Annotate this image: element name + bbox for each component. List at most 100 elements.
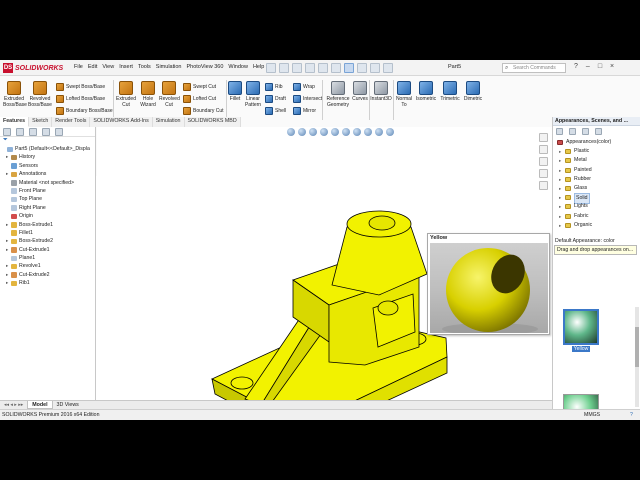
expand-arrow-icon[interactable]: ▸ [559, 184, 561, 193]
menu-photoview[interactable]: PhotoView 360 [186, 64, 223, 70]
extruded-boss-button[interactable]: Extruded Boss/Base [3, 81, 27, 108]
feature-tree-item[interactable]: ▸ Boss-Extrude2 [0, 237, 95, 245]
feature-tree-item[interactable]: ▸ Cut-Extrude2 [0, 271, 95, 279]
menu-insert[interactable]: Insert [119, 64, 133, 70]
hole-wizard-button[interactable]: Hole Wizard [139, 81, 157, 108]
save-icon[interactable] [305, 63, 315, 73]
appearance-category[interactable]: ▸ Lights [553, 202, 640, 211]
isometric-button[interactable]: Isometric [415, 81, 437, 102]
help-icon[interactable]: ? [574, 63, 578, 70]
tab-mbd[interactable]: SOLIDWORKS MBD [184, 117, 241, 127]
expand-arrow-icon[interactable]: ▸ [559, 221, 561, 230]
normal-to-button[interactable]: Normal To [395, 81, 413, 108]
menu-window[interactable]: Window [228, 64, 248, 70]
tab-model[interactable]: Model [27, 401, 53, 409]
lofted-boss-button[interactable]: Lofted Boss/Base [56, 95, 105, 103]
menu-help[interactable]: Help [253, 64, 264, 70]
rebuild-icon[interactable] [357, 63, 367, 73]
expand-arrow-icon[interactable]: ▸ [559, 193, 561, 202]
revolved-boss-button[interactable]: Revolved Boss/Base [28, 81, 52, 108]
expand-arrow-icon[interactable]: ▸ [6, 221, 8, 229]
feature-tree-item[interactable]: ▸ Rib1 [0, 279, 95, 287]
tab-simulation[interactable]: Simulation [152, 117, 185, 127]
appearance-category[interactable]: ▸ Glass [553, 184, 640, 193]
expand-arrow-icon[interactable]: ▸ [6, 237, 8, 245]
lofted-cut-button[interactable]: Lofted Cut [183, 95, 216, 103]
tab-render-tools[interactable]: Render Tools [52, 117, 91, 127]
draft-button[interactable]: Draft [265, 95, 286, 103]
expand-arrow-icon[interactable]: ▸ [559, 212, 561, 221]
appearance-category[interactable]: ▸ Organic [553, 221, 640, 230]
expand-arrow-icon[interactable]: ▸ [6, 262, 8, 270]
instant3d-button[interactable]: Instant3D [370, 81, 392, 102]
appearances-root[interactable]: Appearances(color) [553, 138, 640, 147]
dimetric-button[interactable]: Dimetric [463, 81, 483, 102]
back-icon[interactable] [556, 128, 563, 135]
expand-arrow-icon[interactable]: ▸ [6, 271, 8, 279]
shell-button[interactable]: Shell [265, 107, 286, 115]
feature-tree-item[interactable]: Top Plane [0, 195, 95, 203]
rib-button[interactable]: Rib [265, 83, 283, 91]
appearance-category[interactable]: ▸ Rubber [553, 175, 640, 184]
solidworks-logo[interactable]: DS SOLIDWORKS [3, 62, 63, 74]
linear-pattern-button[interactable]: Linear Pattern [244, 81, 262, 108]
tab-features[interactable]: Features [0, 117, 30, 127]
menu-tools[interactable]: Tools [138, 64, 151, 70]
expand-arrow-icon[interactable]: ▸ [6, 153, 8, 161]
help-icon[interactable]: ? [630, 410, 633, 420]
add-folder-icon[interactable] [582, 128, 589, 135]
appearance-category[interactable]: ▸ Fabric [553, 212, 640, 221]
dim-xpert-icon[interactable] [42, 128, 50, 136]
feature-tree-item[interactable]: ▸ History [0, 153, 95, 161]
feature-tree-item[interactable]: ▸ Revolve1 [0, 262, 95, 270]
appearance-category[interactable]: ▸ Solid [553, 193, 640, 205]
feature-tree-item[interactable]: ▸ Boss-Extrude1 [0, 221, 95, 229]
close-icon[interactable]: × [610, 63, 614, 70]
menu-file[interactable]: File [74, 64, 83, 70]
menu-edit[interactable]: Edit [88, 64, 97, 70]
feature-tree-item[interactable]: Part5 (Default<<Default>_Displa [0, 145, 95, 153]
swept-boss-button[interactable]: Swept Boss/Base [56, 83, 105, 91]
search-commands-input[interactable]: ⌕ Search Commands [502, 63, 566, 73]
tab-scroll-arrows[interactable]: ◂◂ ◂ ▸ ▸▸ [0, 402, 27, 408]
menu-view[interactable]: View [102, 64, 114, 70]
maximize-icon[interactable]: □ [598, 63, 602, 70]
appearance-category[interactable]: ▸ Metal [553, 156, 640, 165]
expand-arrow-icon[interactable]: ▸ [559, 202, 561, 211]
revolved-cut-button[interactable]: Revolved Cut [159, 81, 180, 108]
tab-3d-views[interactable]: 3D Views [53, 401, 83, 409]
feature-tree-icon[interactable] [3, 128, 11, 136]
home-icon[interactable] [266, 63, 276, 73]
trimetric-button[interactable]: Trimetric [439, 81, 461, 102]
feature-tree-item[interactable]: ▸ Annotations [0, 170, 95, 178]
expand-arrow-icon[interactable]: ▸ [6, 246, 8, 254]
select-arrow-icon[interactable] [344, 63, 354, 73]
intersect-button[interactable]: Intersect [293, 95, 322, 103]
feature-tree-item[interactable]: Material <not specified> [0, 179, 95, 187]
task-pane-scrollbar[interactable] [635, 307, 639, 407]
tab-sketch[interactable]: Sketch [29, 117, 53, 127]
options-gear-icon[interactable] [383, 63, 393, 73]
undo-icon[interactable] [331, 63, 341, 73]
feature-tree-item[interactable]: Sensors [0, 162, 95, 170]
expand-arrow-icon[interactable]: ▸ [6, 170, 8, 178]
minimize-icon[interactable]: – [586, 63, 590, 70]
forward-icon[interactable] [569, 128, 576, 135]
feature-tree-item[interactable]: Right Plane [0, 204, 95, 212]
scrollbar-thumb[interactable] [635, 327, 639, 367]
wrap-button[interactable]: Wrap [293, 83, 315, 91]
boundary-boss-button[interactable]: Boundary Boss/Base [56, 107, 113, 115]
expand-arrow-icon[interactable]: ▸ [559, 175, 561, 184]
units-selector[interactable]: MMGS [584, 410, 600, 420]
file-properties-icon[interactable] [370, 63, 380, 73]
feature-tree-item[interactable]: Front Plane [0, 187, 95, 195]
menu-simulation[interactable]: Simulation [156, 64, 182, 70]
expand-arrow-icon[interactable]: ▸ [559, 147, 561, 156]
appearance-category[interactable]: ▸ Plastic [553, 147, 640, 156]
expand-arrow-icon[interactable]: ▸ [6, 279, 8, 287]
feature-tree-item[interactable]: ▸ Cut-Extrude1 [0, 246, 95, 254]
pin-icon[interactable] [595, 128, 602, 135]
fillet-button[interactable]: Fillet [228, 81, 242, 102]
display-manager-icon[interactable] [55, 128, 63, 136]
reference-geometry-button[interactable]: Reference Geometry [325, 81, 351, 108]
